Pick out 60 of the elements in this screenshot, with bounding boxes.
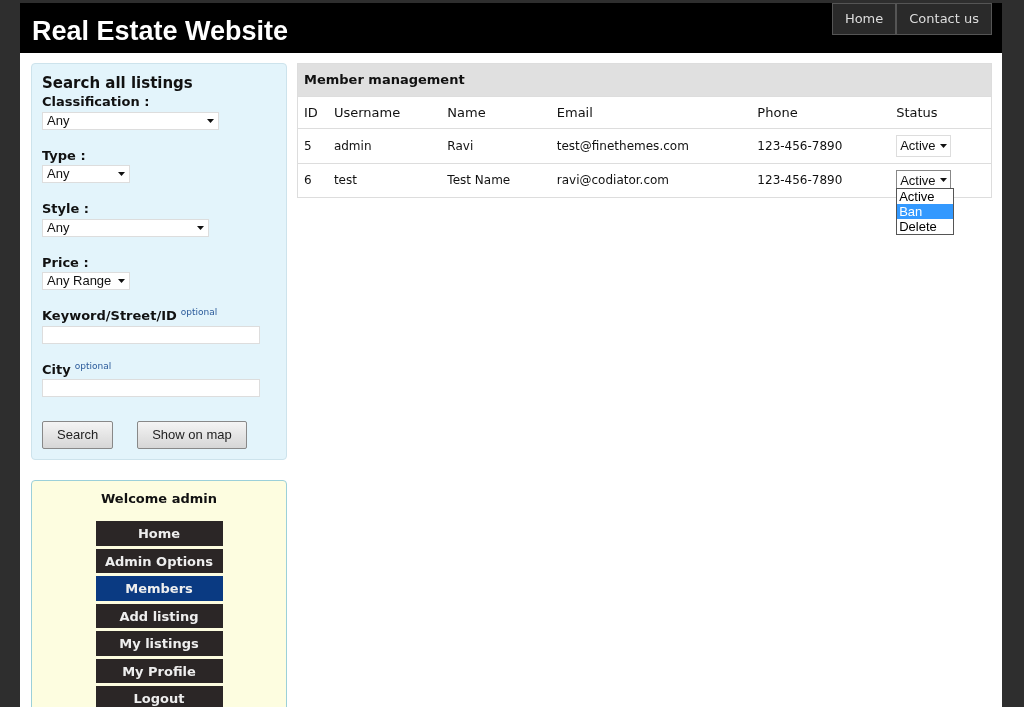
search-button[interactable]: Search	[42, 421, 114, 449]
table-cell: ravi@codiator.com	[550, 163, 752, 198]
table-cell: 5	[297, 128, 328, 163]
field-label: Classification :	[42, 94, 150, 109]
column-header: Phone	[751, 96, 891, 129]
menu-item[interactable]: My Profile	[95, 658, 223, 684]
column-header: Username	[327, 96, 442, 129]
select-value: Active	[900, 137, 936, 155]
caret-icon	[939, 178, 947, 183]
column-header: Status	[890, 96, 992, 129]
caret-icon	[207, 118, 214, 123]
table-cell: Test Name	[441, 163, 551, 198]
text-input[interactable]	[42, 379, 260, 397]
nav-link[interactable]: Contact us	[896, 3, 992, 35]
table-cell: 6	[297, 163, 328, 198]
table-cell: 123-456-7890	[751, 163, 891, 198]
dropdown-select[interactable]: Any	[42, 111, 219, 130]
menu-item[interactable]: Logout	[95, 686, 223, 707]
select-value: Any Range	[47, 273, 112, 289]
caret-icon	[197, 225, 204, 230]
show-on-map-button[interactable]: Show on map	[137, 421, 247, 449]
field-label: Keyword/Street/ID	[42, 308, 177, 323]
dropdown-select[interactable]: Any	[42, 218, 209, 237]
optional-hint: optional	[180, 307, 218, 317]
menu-item[interactable]: Add listing	[95, 603, 223, 629]
select-value: Any	[47, 166, 70, 182]
menu-item[interactable]: Home	[95, 521, 223, 546]
column-header: Name	[441, 96, 551, 129]
status-select[interactable]: Active	[896, 135, 951, 157]
caret-icon	[118, 172, 125, 176]
nav-link[interactable]: Home	[831, 3, 897, 35]
menu-item[interactable]: Members	[95, 576, 223, 601]
caret-icon	[118, 279, 125, 283]
optional-hint: optional	[74, 360, 112, 371]
table-title: Member management	[297, 63, 992, 96]
column-header: Email	[550, 96, 752, 129]
table-cell: admin	[327, 128, 442, 163]
dropdown-option[interactable]: Active	[897, 188, 954, 204]
welcome-text: Welcome admin	[100, 490, 218, 507]
field-label: Price :	[42, 254, 89, 270]
select-value: Any	[47, 219, 70, 236]
menu-item[interactable]: Admin Options	[95, 548, 223, 574]
table-cell: 123-456-7890	[751, 128, 891, 163]
field-label: Style :	[42, 201, 90, 216]
select-value: Active	[900, 171, 936, 190]
menu-item[interactable]: My listings	[95, 631, 223, 656]
caret-icon	[939, 143, 947, 148]
dropdown-select[interactable]: Any Range	[42, 272, 130, 290]
text-input[interactable]	[42, 325, 260, 344]
column-header: ID	[297, 96, 328, 129]
site-title: Real Estate Website	[32, 15, 289, 48]
field-label: City	[42, 361, 71, 377]
dropdown-select[interactable]: Any	[42, 165, 130, 183]
dropdown-option[interactable]: Delete	[897, 218, 954, 234]
table-cell: test	[327, 163, 442, 198]
panel-title: Search all listings	[42, 74, 194, 92]
table-cell: Ravi	[441, 128, 551, 163]
field-label: Type :	[42, 147, 86, 163]
table-cell: test@finethemes.com	[550, 128, 752, 163]
select-value: Any	[47, 112, 70, 129]
